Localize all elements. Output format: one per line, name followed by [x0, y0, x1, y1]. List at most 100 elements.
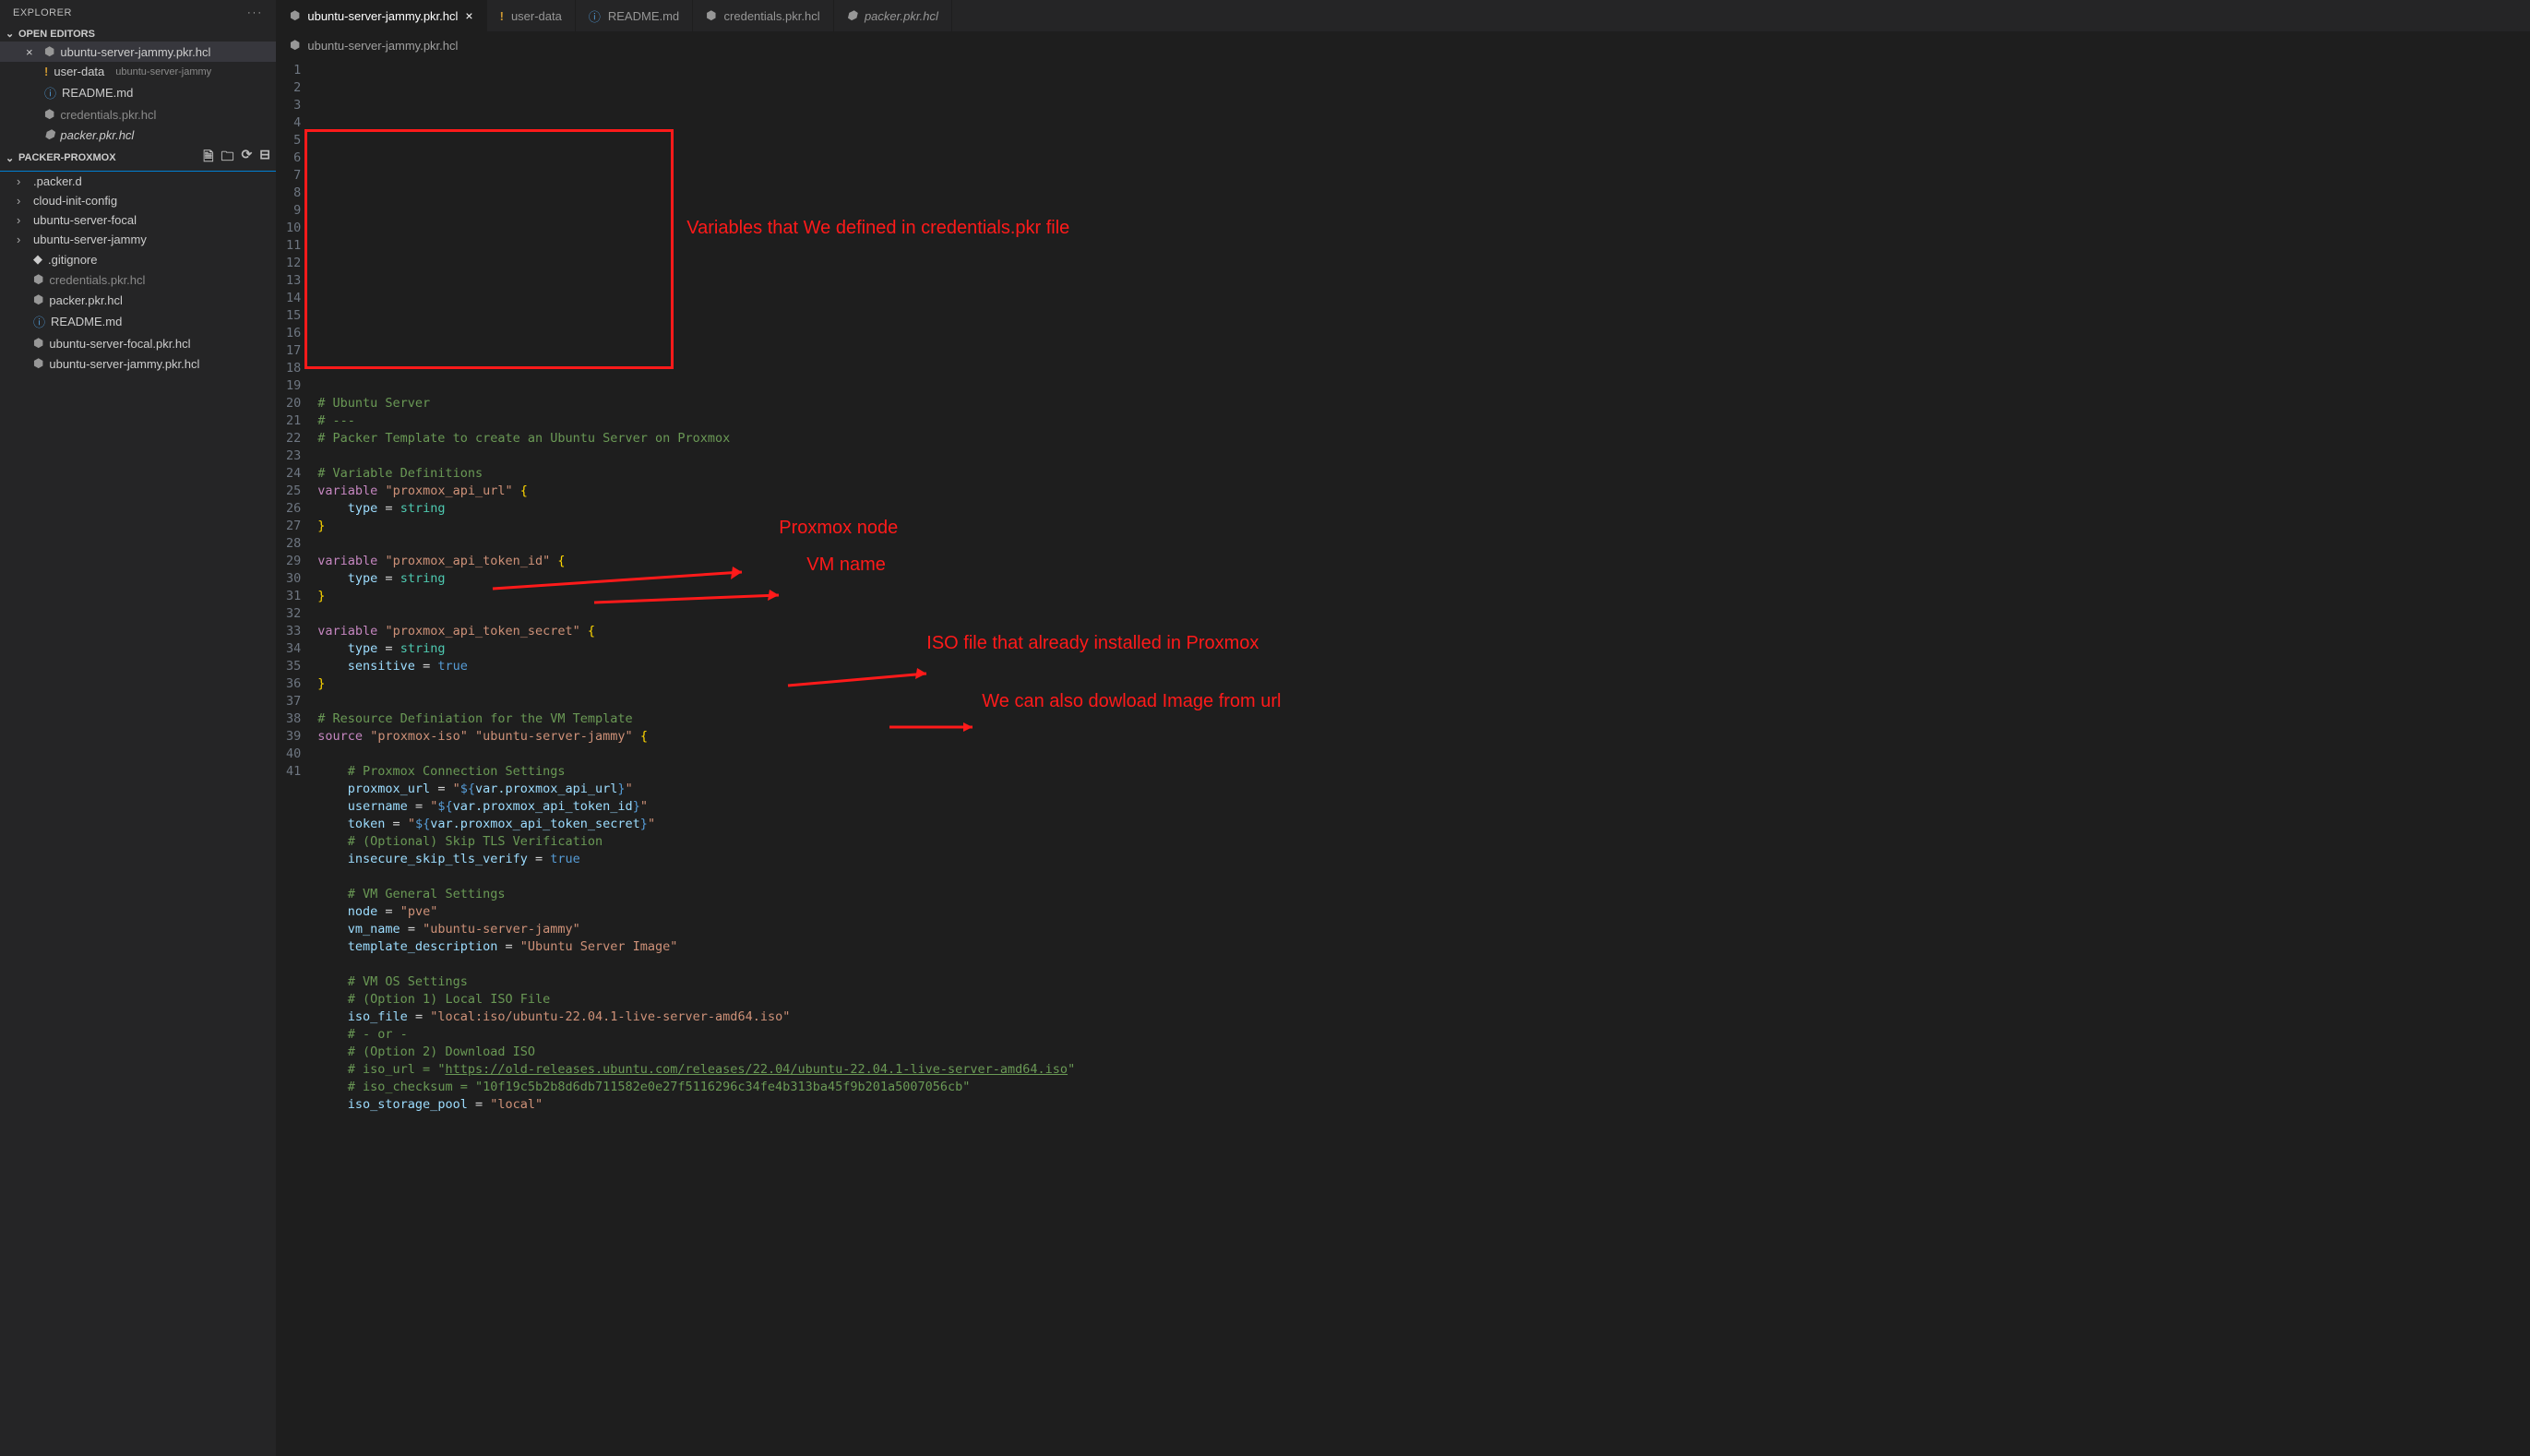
folder-item[interactable]: ›cloud-init-config	[0, 191, 276, 210]
code-line[interactable]: # iso_url = "https://old-releases.ubuntu…	[317, 1061, 1075, 1079]
editor-tab[interactable]: !user-data	[487, 0, 576, 31]
code-line[interactable]	[317, 956, 1075, 973]
code-line[interactable]: node = "pve"	[317, 903, 1075, 921]
code-line[interactable]: }	[317, 588, 1075, 605]
file-item[interactable]: ⬢ packer.pkr.hcl	[0, 290, 276, 310]
collapse-icon[interactable]: ⊟	[259, 147, 270, 169]
open-editor-item[interactable]: ⓘ README.md	[0, 81, 276, 104]
code-line[interactable]: # Resource Definiation for the VM Templa…	[317, 710, 1075, 728]
folder-item[interactable]: ›ubuntu-server-jammy	[0, 230, 276, 249]
code-line[interactable]: source "proxmox-iso" "ubuntu-server-jamm…	[317, 728, 1075, 746]
chevron-down-icon: ⌄	[6, 152, 18, 164]
file-item[interactable]: ⬢credentials.pkr.hcl	[0, 269, 276, 290]
chevron-down-icon: ⌄	[6, 28, 18, 40]
code-line[interactable]: }	[317, 518, 1075, 535]
code-line[interactable]: # ---	[317, 412, 1075, 430]
code-line[interactable]: iso_storage_pool = "local"	[317, 1096, 1075, 1114]
editor-tabs: ⬢ubuntu-server-jammy.pkr.hcl×!user-dataⓘ…	[277, 0, 2530, 32]
open-editor-item[interactable]: ⬢packer.pkr.hcl	[0, 125, 276, 145]
editor-tab[interactable]: ⬢packer.pkr.hcl	[834, 0, 952, 31]
code-line[interactable]: # iso_checksum = "10f19c5b2b8d6db711582e…	[317, 1079, 1075, 1096]
code-line[interactable]: type = string	[317, 500, 1075, 518]
file-name: user-data	[54, 65, 104, 78]
open-editors-header[interactable]: ⌄ OPEN EDITORS	[0, 26, 276, 42]
code-line[interactable]: # (Option 1) Local ISO File	[317, 991, 1075, 1008]
chevron-right-icon: ›	[17, 174, 28, 188]
tab-label: user-data	[511, 9, 562, 23]
hcl-file-icon: ⬢	[290, 38, 300, 53]
code-line[interactable]: # VM OS Settings	[317, 973, 1075, 991]
explorer-sidebar: EXPLORER ··· ⌄ OPEN EDITORS ×⬢ubuntu-ser…	[0, 0, 277, 1456]
workspace-header[interactable]: ⌄ PACKER-PROXMOX 🗎 🗀 ⟳ ⊟	[0, 145, 276, 171]
file-name: README.md	[51, 315, 122, 328]
code-line[interactable]: # (Optional) Skip TLS Verification	[317, 833, 1075, 851]
close-icon[interactable]: ×	[465, 8, 472, 23]
code-line[interactable]: iso_file = "local:iso/ubuntu-22.04.1-liv…	[317, 1008, 1075, 1026]
file-type-icon: !	[44, 65, 48, 78]
chevron-right-icon: ›	[17, 233, 28, 246]
file-item[interactable]: ⓘREADME.md	[0, 310, 276, 333]
code-line[interactable]: # (Option 2) Download ISO	[317, 1044, 1075, 1061]
code-line[interactable]: # - or -	[317, 1026, 1075, 1044]
code-line[interactable]: # VM General Settings	[317, 886, 1075, 903]
folder-name: ubuntu-server-focal	[33, 213, 137, 227]
file-item[interactable]: ⬢ ubuntu-server-focal.pkr.hcl	[0, 333, 276, 353]
file-type-icon: ⓘ	[589, 7, 601, 25]
file-item[interactable]: ⬢ubuntu-server-jammy.pkr.hcl	[0, 353, 276, 374]
tab-label: README.md	[608, 9, 679, 23]
code-line[interactable]: sensitive = true	[317, 658, 1075, 675]
code-line[interactable]: token = "${var.proxmox_api_token_secret}…	[317, 816, 1075, 833]
code-line[interactable]	[317, 746, 1075, 763]
file-item[interactable]: ◆.gitignore	[0, 249, 276, 269]
explorer-more-icon[interactable]: ···	[247, 7, 263, 18]
code-editor[interactable]: 1234567891011121314151617181920212223242…	[277, 58, 2530, 1456]
file-type-icon: ⬢	[290, 8, 300, 23]
file-type-icon: ⬢	[33, 292, 43, 307]
code-line[interactable]: insecure_skip_tls_verify = true	[317, 851, 1075, 868]
code-line[interactable]: # Ubuntu Server	[317, 395, 1075, 412]
code-line[interactable]	[317, 448, 1075, 465]
refresh-icon[interactable]: ⟳	[242, 147, 253, 169]
file-name: packer.pkr.hcl	[49, 293, 123, 307]
folder-item[interactable]: ›.packer.d	[0, 172, 276, 191]
code-line[interactable]: # Variable Definitions	[317, 465, 1075, 483]
file-name: packer.pkr.hcl	[60, 128, 134, 142]
code-line[interactable]: variable "proxmox_api_token_secret" {	[317, 623, 1075, 640]
open-editor-item[interactable]: ⬢credentials.pkr.hcl	[0, 104, 276, 125]
workspace-label: PACKER-PROXMOX	[18, 152, 203, 163]
code-line[interactable]: variable "proxmox_api_url" {	[317, 483, 1075, 500]
code-line[interactable]	[317, 868, 1075, 886]
open-editor-item[interactable]: ! user-data ubuntu-server-jammy	[0, 62, 276, 81]
code-line[interactable]: template_description = "Ubuntu Server Im…	[317, 938, 1075, 956]
new-file-icon[interactable]: 🗎	[203, 147, 213, 169]
close-icon[interactable]: ×	[26, 45, 39, 59]
code-line[interactable]: # Packer Template to create an Ubuntu Se…	[317, 430, 1075, 448]
file-path-hint: ubuntu-server-jammy	[115, 66, 211, 78]
code-line[interactable]: variable "proxmox_api_token_id" {	[317, 553, 1075, 570]
breadcrumb[interactable]: ⬢ ubuntu-server-jammy.pkr.hcl	[277, 32, 2530, 58]
open-editor-item[interactable]: ×⬢ubuntu-server-jammy.pkr.hcl	[0, 42, 276, 62]
file-name: ubuntu-server-jammy.pkr.hcl	[49, 357, 199, 371]
file-name: README.md	[62, 86, 133, 100]
code-line[interactable]: username = "${var.proxmox_api_token_id}"	[317, 798, 1075, 816]
code-line[interactable]: vm_name = "ubuntu-server-jammy"	[317, 921, 1075, 938]
code-line[interactable]	[317, 535, 1075, 553]
editor-tab[interactable]: ⬢ubuntu-server-jammy.pkr.hcl×	[277, 0, 487, 31]
folder-item[interactable]: ›ubuntu-server-focal	[0, 210, 276, 230]
file-name: ubuntu-server-focal.pkr.hcl	[49, 337, 190, 351]
code-line[interactable]: # Proxmox Connection Settings	[317, 763, 1075, 781]
code-line[interactable]	[317, 693, 1075, 710]
line-number-gutter: 1234567891011121314151617181920212223242…	[277, 58, 317, 1456]
code-content[interactable]: Variables that We defined in credentials…	[317, 58, 1075, 1456]
tab-label: packer.pkr.hcl	[865, 9, 938, 23]
editor-tab[interactable]: ⓘ README.md	[576, 0, 693, 31]
code-line[interactable]: proxmox_url = "${var.proxmox_api_url}"	[317, 781, 1075, 798]
file-type-icon: ⬢	[33, 336, 43, 351]
editor-tab[interactable]: ⬢credentials.pkr.hcl	[693, 0, 833, 31]
file-type-icon: ⓘ	[44, 84, 56, 101]
code-line[interactable]: type = string	[317, 640, 1075, 658]
code-line[interactable]: }	[317, 675, 1075, 693]
code-line[interactable]: type = string	[317, 570, 1075, 588]
code-line[interactable]	[317, 605, 1075, 623]
new-folder-icon[interactable]: 🗀	[221, 147, 234, 169]
